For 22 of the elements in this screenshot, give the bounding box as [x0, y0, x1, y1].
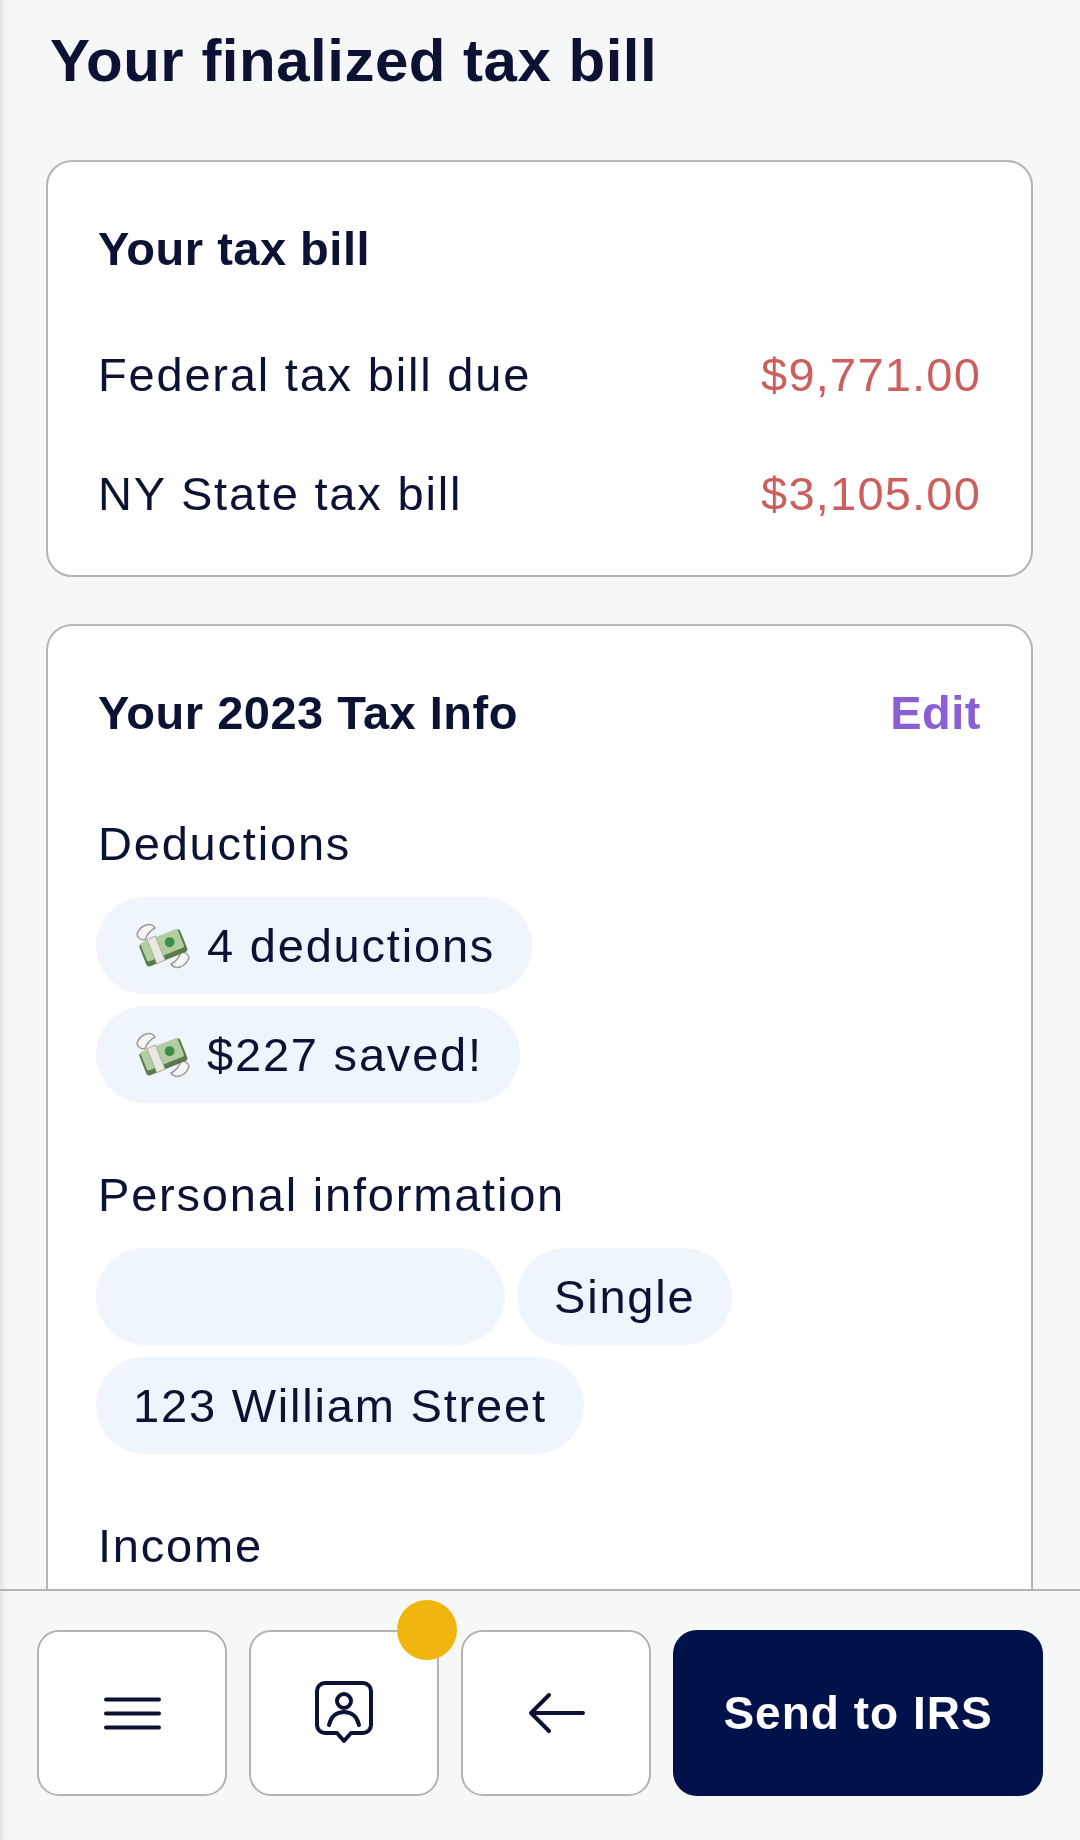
menu-button[interactable] — [37, 1630, 227, 1796]
bill-amount: $9,771.00 — [761, 347, 981, 403]
send-button[interactable]: Send to IRS — [673, 1630, 1043, 1796]
info-pill: 123 William Street — [96, 1357, 584, 1454]
info-pill: Single — [517, 1248, 733, 1345]
bill-amount: $3,105.00 — [761, 466, 981, 522]
support-button[interactable] — [249, 1630, 439, 1796]
section-heading: Deductions — [98, 816, 352, 872]
back-button[interactable] — [461, 1630, 651, 1796]
page-title: Your finalized tax bill — [50, 26, 658, 96]
pill-text: 4 deductions — [207, 917, 496, 974]
pill-text: $227 saved! — [207, 1026, 483, 1083]
arrow-left-icon — [527, 1692, 585, 1734]
section-heading: Personal information — [98, 1167, 566, 1223]
menu-icon — [103, 1696, 161, 1730]
person-chat-icon — [315, 1681, 373, 1745]
bill-label: Federal tax bill due — [98, 347, 532, 403]
section-heading: Income — [98, 1518, 263, 1574]
card-title: Your 2023 Tax Info — [98, 685, 518, 741]
edit-link[interactable]: Edit — [890, 684, 981, 742]
card-title: Your tax bill — [98, 221, 370, 277]
bill-label: NY State tax bill — [98, 466, 463, 522]
